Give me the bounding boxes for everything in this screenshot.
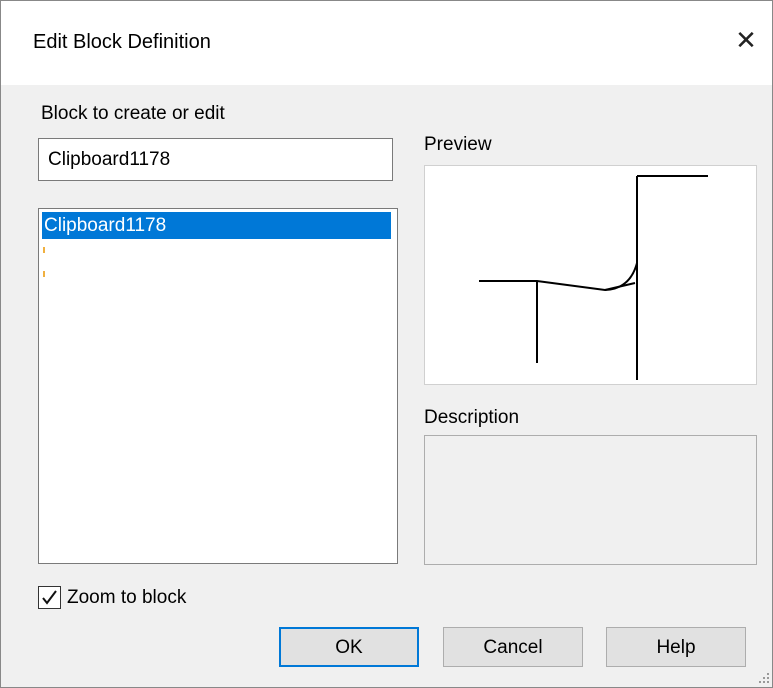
- edit-block-definition-dialog: Edit Block Definition ✕ Block to create …: [0, 0, 773, 688]
- description-label: Description: [424, 407, 520, 428]
- block-name-input[interactable]: [38, 138, 393, 181]
- list-marker: [43, 247, 45, 253]
- checkmark-icon: [42, 590, 57, 605]
- ok-button[interactable]: OK: [279, 627, 419, 667]
- block-preview: [424, 165, 757, 385]
- zoom-to-block-checkbox[interactable]: [38, 586, 61, 609]
- preview-drawing: [479, 175, 708, 380]
- help-button[interactable]: Help: [606, 627, 746, 667]
- list-item[interactable]: Clipboard1178: [42, 212, 391, 239]
- block-list[interactable]: Clipboard1178: [38, 208, 398, 564]
- close-icon[interactable]: ✕: [731, 25, 761, 55]
- title-bar: Edit Block Definition ✕: [1, 1, 772, 85]
- description-field[interactable]: [424, 435, 757, 565]
- resize-grip-icon[interactable]: [757, 671, 771, 685]
- zoom-to-block-label[interactable]: Zoom to block: [67, 587, 186, 609]
- cancel-button[interactable]: Cancel: [443, 627, 583, 667]
- list-marker: [43, 271, 45, 277]
- preview-label: Preview: [424, 134, 492, 155]
- dialog-title: Edit Block Definition: [33, 31, 211, 53]
- block-name-label: Block to create or edit: [41, 103, 225, 124]
